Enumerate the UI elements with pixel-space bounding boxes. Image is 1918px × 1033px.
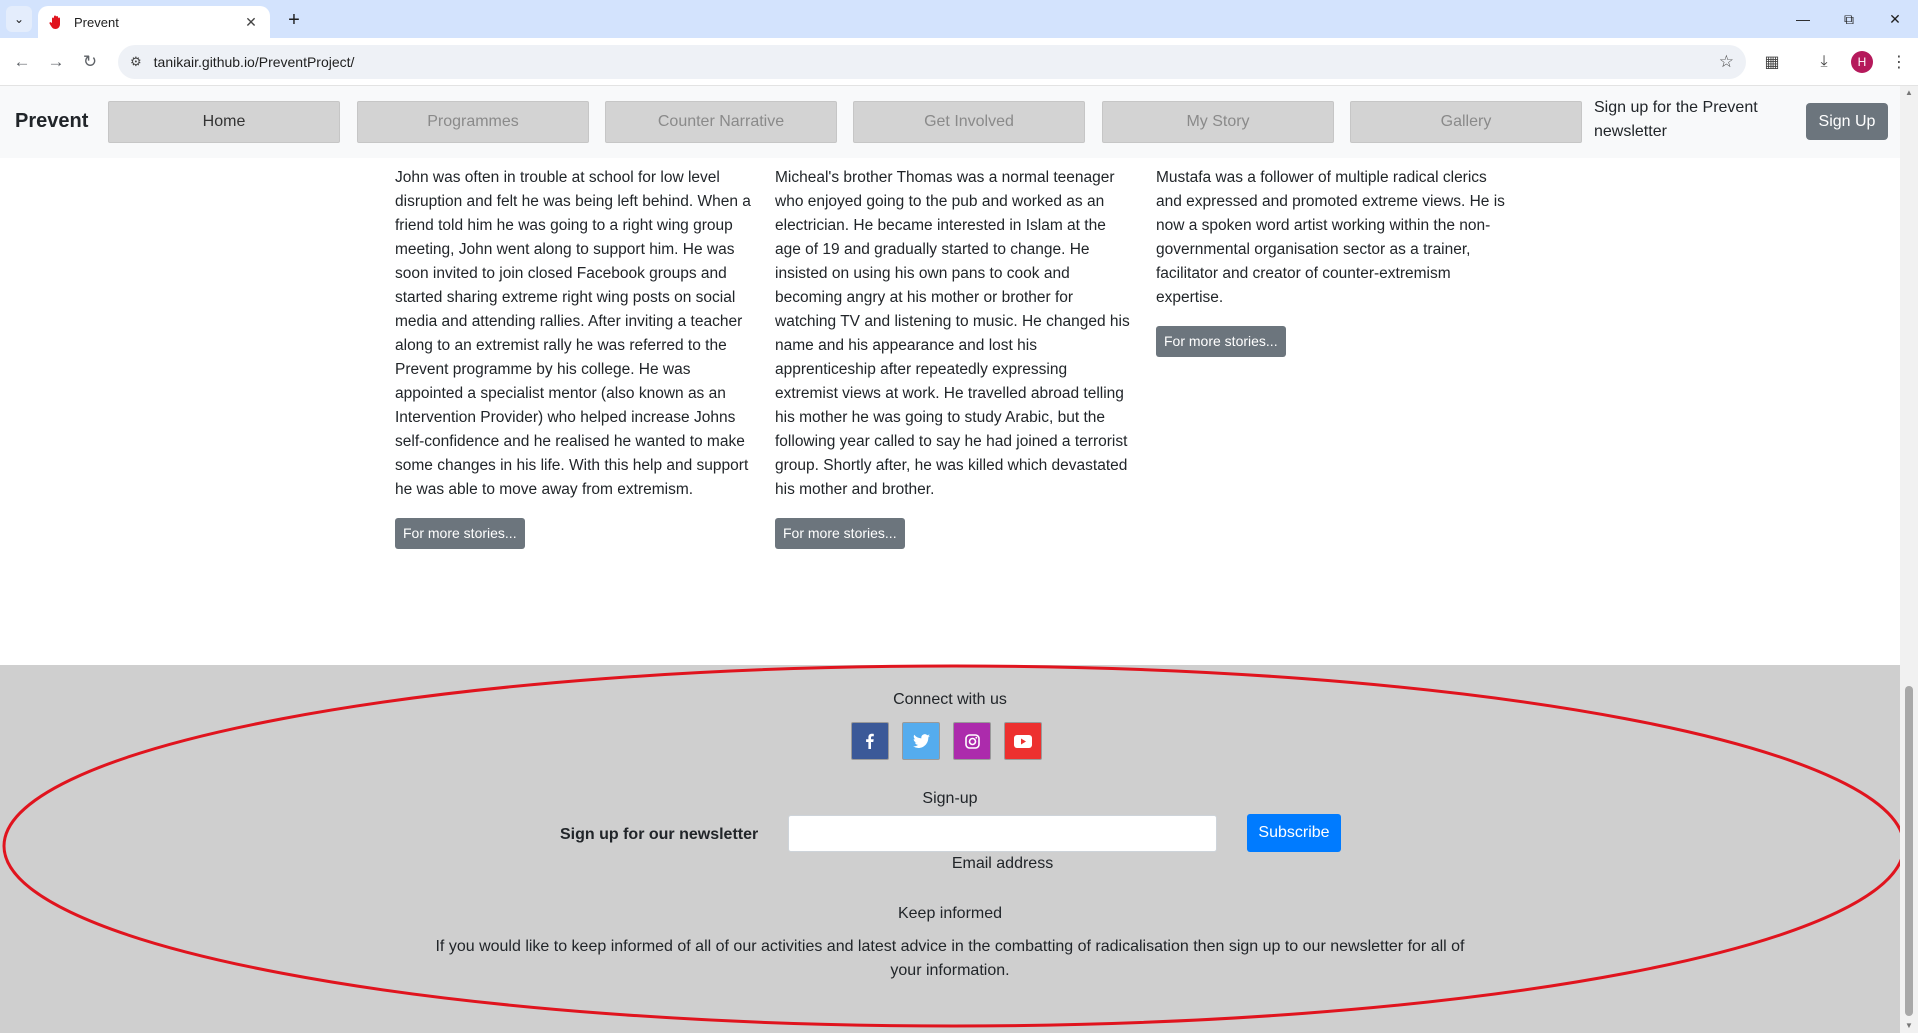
browser-tab[interactable]: Prevent ✕ <box>38 6 270 38</box>
nav-home[interactable]: Home <box>108 101 340 143</box>
story-text: Micheal's brother Thomas was a normal te… <box>775 169 1130 498</box>
twitter-icon[interactable] <box>902 722 940 760</box>
close-icon[interactable]: ✕ <box>242 14 260 31</box>
social-links <box>851 722 1042 760</box>
instagram-icon[interactable] <box>953 722 991 760</box>
site-navbar: Prevent Home Programmes Counter Narrativ… <box>0 86 1900 158</box>
story-thomas: Micheal's brother Thomas was a normal te… <box>775 166 1131 549</box>
keep-informed-text: If you would like to keep informed of al… <box>435 938 1465 979</box>
story-text: Mustafa was a follower of multiple radic… <box>1156 169 1505 306</box>
keep-informed-heading: Keep informed <box>897 905 1003 922</box>
sign-up-button[interactable]: Sign Up <box>1806 103 1888 140</box>
back-arrow-icon[interactable]: ← <box>8 48 36 76</box>
nav-my-story[interactable]: My Story <box>1102 101 1334 143</box>
star-icon[interactable]: ☆ <box>1719 52 1734 72</box>
reload-icon[interactable]: ↻ <box>76 48 104 76</box>
email-field[interactable] <box>788 815 1217 852</box>
forward-arrow-icon[interactable]: → <box>42 48 70 76</box>
site-footer: Connect with us Sign-up Sign up for our … <box>0 665 1900 1033</box>
signup-heading: Sign-up <box>922 790 978 807</box>
scroll-up-icon[interactable]: ▲ <box>1904 88 1914 97</box>
tune-icon[interactable]: ⚙ <box>130 54 142 70</box>
newsletter-prompt: Sign up for the Prevent newsletter <box>1594 99 1758 140</box>
story-john: John was often in trouble at school for … <box>395 166 751 549</box>
more-stories-button[interactable]: For more stories... <box>1156 326 1286 357</box>
scroll-down-icon[interactable]: ▼ <box>1904 1021 1914 1030</box>
scroll-thumb[interactable] <box>1905 686 1913 1016</box>
brand-logo[interactable]: Prevent <box>15 110 88 133</box>
nav-programmes[interactable]: Programmes <box>357 101 589 143</box>
chevron-down-icon[interactable]: ⌄ <box>6 6 32 32</box>
address-bar[interactable]: ⚙ tanikair.github.io/PreventProject/ ☆ <box>118 45 1746 79</box>
red-hand-icon <box>49 15 60 29</box>
facebook-icon[interactable] <box>851 722 889 760</box>
window-close-icon[interactable]: ✕ <box>1872 0 1918 38</box>
kebab-menu-icon[interactable]: ⋮ <box>1887 50 1911 74</box>
puzzle-icon[interactable]: ▦ <box>1760 50 1784 74</box>
restore-icon[interactable]: ⧉ <box>1826 0 1872 38</box>
plus-icon[interactable]: + <box>280 6 308 34</box>
browser-tab-bar: ⌄ Prevent ✕ + — ⧉ ✕ <box>0 0 1918 38</box>
more-stories-button[interactable]: For more stories... <box>395 518 525 549</box>
youtube-icon[interactable] <box>1004 722 1042 760</box>
nav-get-involved[interactable]: Get Involved <box>853 101 1085 143</box>
subscribe-button[interactable]: Subscribe <box>1247 814 1341 852</box>
email-caption: Email address <box>951 855 1054 872</box>
nav-gallery[interactable]: Gallery <box>1350 101 1582 143</box>
nav-counter-narrative[interactable]: Counter Narrative <box>605 101 837 143</box>
connect-heading: Connect with us <box>893 691 1007 708</box>
url-text[interactable]: tanikair.github.io/PreventProject/ <box>154 54 355 70</box>
browser-toolbar: ← → ↻ ⚙ tanikair.github.io/PreventProjec… <box>0 38 1918 86</box>
page-scrollbar[interactable]: ▲ ▼ <box>1900 86 1918 1033</box>
tab-title: Prevent <box>74 14 119 30</box>
story-text: John was often in trouble at school for … <box>395 169 751 498</box>
avatar[interactable]: H <box>1851 51 1873 73</box>
story-mustafa: Mustafa was a follower of multiple radic… <box>1156 166 1512 357</box>
newsletter-label: Sign up for our newsletter <box>560 826 759 843</box>
more-stories-button[interactable]: For more stories... <box>775 518 905 549</box>
download-icon[interactable]: ⤓ <box>1812 50 1836 74</box>
minimize-icon[interactable]: — <box>1780 0 1826 38</box>
